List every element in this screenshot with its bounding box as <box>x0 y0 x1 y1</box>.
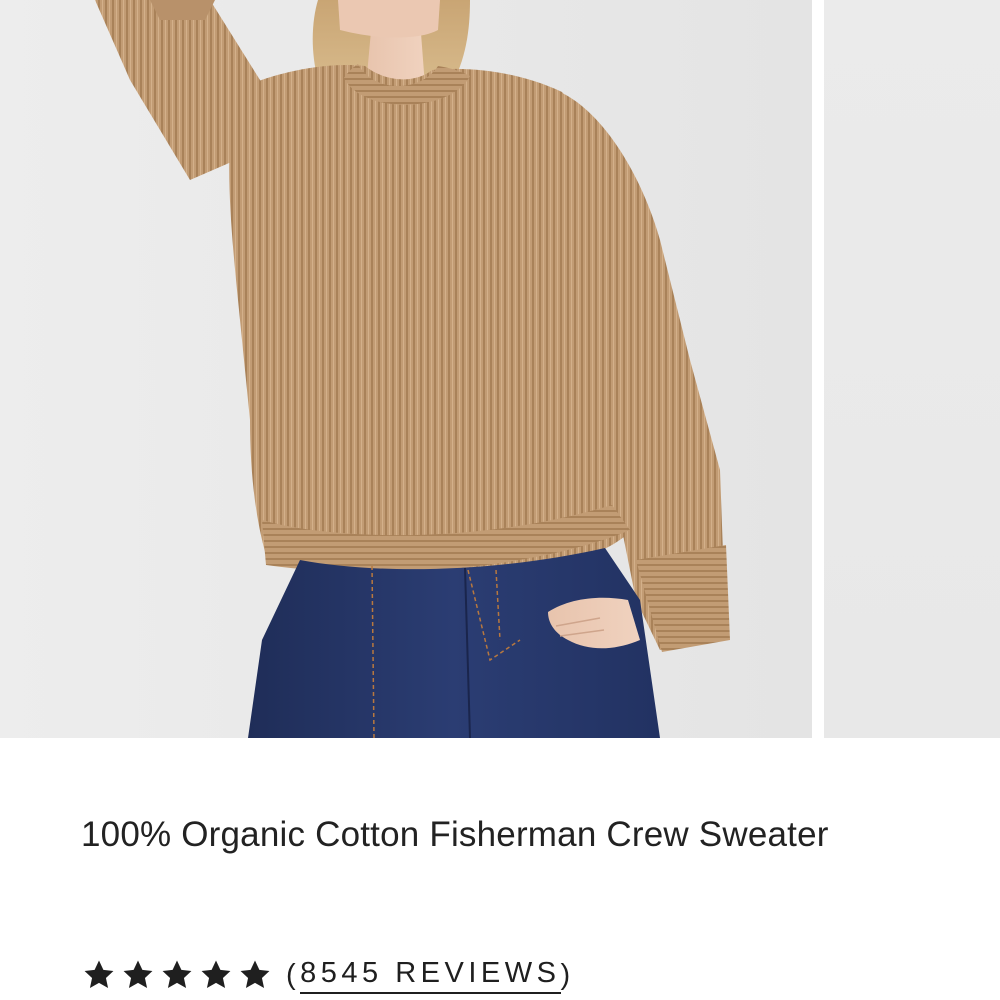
product-title: 100% Organic Cotton Fisherman Crew Sweat… <box>81 815 829 854</box>
product-image-main[interactable] <box>0 0 812 738</box>
star-icon <box>123 960 153 989</box>
review-count[interactable]: 8545 REVIEWS <box>300 957 561 994</box>
model-wearing-sweater-illustration <box>0 0 812 738</box>
product-rating[interactable]: ( 8545 REVIEWS ) <box>82 950 575 1000</box>
reviews-close-paren: ) <box>560 958 575 991</box>
star-icon <box>201 960 231 989</box>
star-icon <box>240 960 270 989</box>
image-gallery[interactable] <box>0 0 1000 738</box>
reviews-link[interactable]: ( 8545 REVIEWS ) <box>286 957 575 994</box>
star-icon <box>162 960 192 989</box>
reviews-open-paren: ( <box>286 958 301 991</box>
star-rating <box>82 958 272 992</box>
product-card: 100% Organic Cotton Fisherman Crew Sweat… <box>0 0 1000 1000</box>
star-icon <box>84 960 114 989</box>
product-image-next[interactable] <box>824 0 1000 738</box>
